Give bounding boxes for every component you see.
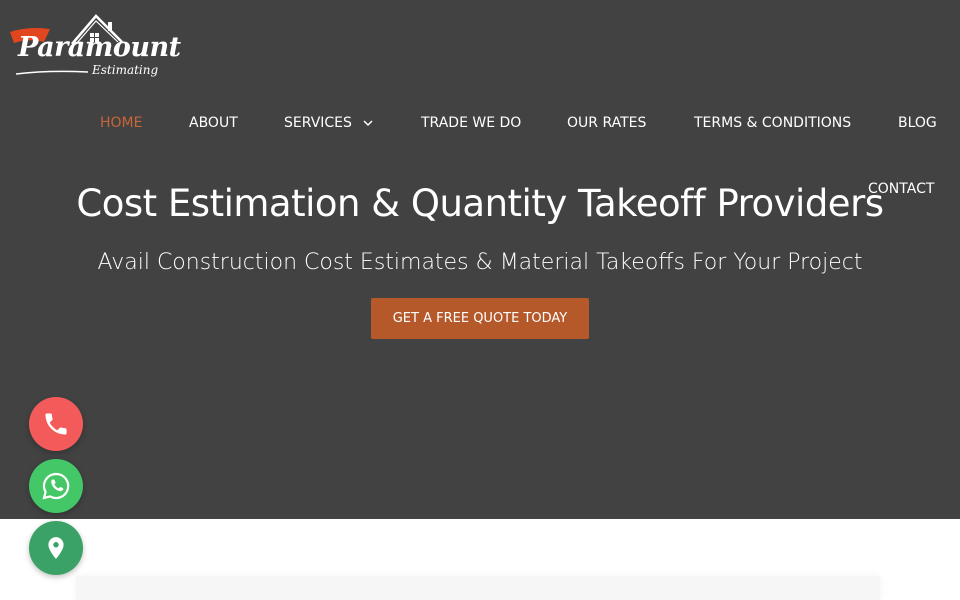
phone-icon [45, 413, 67, 435]
nav-services-label: SERVICES [284, 115, 352, 131]
nav-blog[interactable]: BLOG [898, 114, 937, 132]
nav-home[interactable]: HOME [100, 114, 142, 132]
nav-services[interactable]: SERVICES [284, 114, 376, 132]
nav-our-rates[interactable]: OUR RATES [567, 114, 646, 132]
nav-terms-conditions[interactable]: TERMS & CONDITIONS [694, 114, 851, 132]
get-free-quote-button[interactable]: GET A FREE QUOTE TODAY [371, 298, 589, 339]
logo-text-main: Paramount [18, 32, 181, 63]
site-logo[interactable]: Paramount Estimating [8, 12, 181, 82]
nav-trade-we-do[interactable]: TRADE WE DO [421, 114, 521, 132]
whatsapp-icon [42, 472, 70, 500]
phone-button[interactable] [29, 397, 83, 451]
logo-text-sub: Estimating [92, 63, 159, 77]
location-pin-icon [48, 537, 64, 559]
hero-subheadline: Avail Construction Cost Estimates & Mate… [97, 250, 863, 275]
hero-section: Paramount Estimating HOME ABOUT SERVICES… [0, 0, 960, 519]
location-button[interactable] [29, 521, 83, 575]
hero-headline: Cost Estimation & Quantity Takeoff Provi… [76, 182, 884, 225]
whatsapp-button[interactable] [29, 459, 83, 513]
chevron-down-icon [363, 120, 373, 127]
content-card [76, 576, 880, 600]
nav-about[interactable]: ABOUT [189, 114, 238, 132]
